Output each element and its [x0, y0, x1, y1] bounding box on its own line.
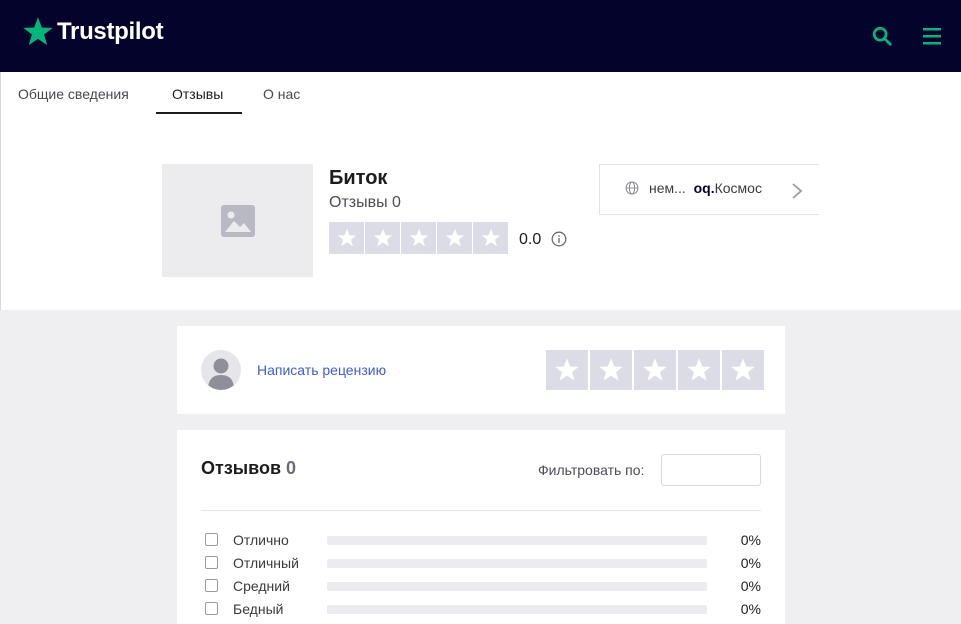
tab-about[interactable]: О нас [263, 86, 300, 102]
star-icon [599, 358, 623, 381]
star-icon [555, 358, 579, 381]
write-review-star-2[interactable] [590, 350, 632, 390]
star-icon [643, 358, 667, 381]
write-review-star-5[interactable] [722, 350, 764, 390]
rating-bar-track [327, 582, 707, 591]
website-link-card[interactable]: нем... oq.Космос [599, 164, 819, 215]
filter-dropdown[interactable] [661, 454, 761, 486]
user-avatar [201, 350, 241, 390]
rating-row-label: Отличный [233, 555, 299, 571]
user-avatar-icon [208, 358, 234, 390]
tab-reviews[interactable]: Отзывы [172, 86, 223, 102]
rating-star-2 [365, 222, 400, 254]
logo-text: Trustpilot [57, 18, 164, 45]
hamburger-menu-icon[interactable] [921, 26, 943, 46]
rating-bar-track [327, 536, 707, 545]
rating-bar-track [327, 559, 707, 568]
company-name: Биток [329, 167, 388, 189]
rating-row-percent: 0% [740, 532, 761, 548]
star-icon [409, 228, 428, 247]
star-icon [337, 228, 356, 247]
rating-row-label: Средний [233, 578, 290, 594]
rating-row-great: Отличный 0% [205, 553, 761, 573]
search-icon[interactable] [871, 25, 893, 47]
rating-star-5 [473, 222, 508, 254]
star-icon [445, 228, 464, 247]
active-tab-indicator [156, 112, 242, 114]
company-rating-stars [329, 222, 508, 254]
star-icon [731, 358, 755, 381]
globe-icon [625, 181, 639, 195]
rating-value: 0.0 [519, 231, 542, 248]
rating-row-percent: 0% [740, 601, 761, 617]
star-logo-icon [23, 17, 53, 46]
reviews-count: 0 [286, 458, 297, 478]
rating-row-poor: Бедный 0% [205, 599, 761, 619]
filter-label: Фильтровать по: [538, 462, 645, 478]
tab-overview[interactable]: Общие сведения [18, 86, 129, 102]
reviews-heading-label: Отзывов [201, 458, 282, 478]
company-review-count: Отзывы 0 [329, 194, 401, 211]
company-image-placeholder [162, 164, 313, 277]
write-review-card: Написать рецензию [177, 326, 785, 414]
write-review-star-4[interactable] [678, 350, 720, 390]
website-url: нем... oq.Космос [649, 180, 762, 196]
image-placeholder-icon [220, 204, 255, 237]
info-icon[interactable] [551, 231, 567, 247]
rating-star-1 [329, 222, 364, 254]
write-review-star-3[interactable] [634, 350, 676, 390]
write-review-stars [546, 350, 764, 390]
rating-row-percent: 0% [740, 555, 761, 571]
rating-bar-track [327, 605, 707, 614]
chevron-right-icon [792, 183, 803, 199]
website-url-prefix: нем... [649, 180, 686, 196]
rating-row-average: Средний 0% [205, 576, 761, 596]
trustpilot-logo[interactable]: Trustpilot [22, 16, 164, 48]
website-url-suffix: Космос [714, 180, 762, 196]
rating-filter-checkbox[interactable] [205, 533, 218, 546]
rating-filter-checkbox[interactable] [205, 556, 218, 569]
star-icon [373, 228, 392, 247]
reviews-heading: Отзывов 0 [201, 458, 296, 479]
rating-row-excellent: Отлично 0% [205, 530, 761, 550]
rating-star-4 [437, 222, 472, 254]
star-icon [481, 228, 500, 247]
rating-row-percent: 0% [740, 578, 761, 594]
divider [201, 510, 761, 511]
rating-filter-checkbox[interactable] [205, 579, 218, 592]
star-icon [687, 358, 711, 381]
website-url-domain: oq. [693, 180, 715, 196]
company-header-section: Общие сведения Отзывы О нас Биток Отзывы… [0, 72, 961, 310]
write-review-link[interactable]: Написать рецензию [257, 362, 386, 378]
rating-row-label: Отлично [233, 532, 289, 548]
rating-star-3 [401, 222, 436, 254]
reviews-summary-card: Отзывов 0 Фильтровать по: Отлично 0% Отл… [177, 430, 785, 624]
top-navigation-bar: Trustpilot [0, 0, 961, 72]
rating-row-label: Бедный [233, 601, 284, 617]
rating-filter-checkbox[interactable] [205, 602, 218, 615]
write-review-star-1[interactable] [546, 350, 588, 390]
